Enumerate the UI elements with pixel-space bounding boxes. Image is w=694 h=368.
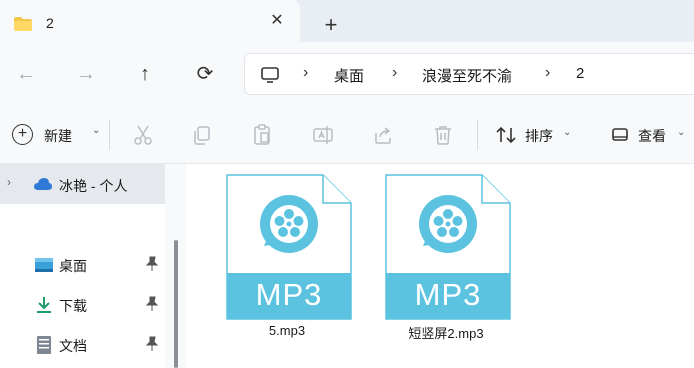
sidebar-item-label: 下载	[59, 298, 87, 314]
download-icon	[34, 295, 54, 315]
up-button[interactable]: ↑	[131, 60, 159, 88]
file-name: 短竖屏2.mp3	[408, 326, 484, 341]
document-icon	[34, 335, 54, 355]
breadcrumb-separator[interactable]: ›	[303, 64, 308, 82]
sidebar-item-documents[interactable]: 文档	[0, 326, 165, 362]
pin-icon[interactable]	[145, 336, 159, 357]
computer-icon[interactable]	[260, 66, 280, 89]
sidebar-item-label: 文档	[59, 338, 87, 354]
sort-label: 排序	[525, 128, 553, 144]
plus-circle-icon: +	[12, 124, 33, 145]
new-tab-button[interactable]: +	[318, 12, 344, 38]
new-label: 新建	[44, 128, 72, 144]
sidebar-item-downloads[interactable]: 下载	[0, 286, 165, 322]
navigation-bar: ← → ↑ ⟳ › 桌面 › 浪漫至死不渝 › 2	[0, 42, 694, 106]
command-bar: + 新建 ⌄ 排序 ⌄ 查看 ⌄	[0, 106, 694, 164]
rename-icon[interactable]	[311, 123, 335, 147]
chevron-down-icon: ⌄	[677, 127, 686, 138]
view-label: 查看	[638, 128, 666, 144]
address-bar[interactable]: › 桌面 › 浪漫至死不渝 › 2	[244, 53, 694, 95]
cloud-icon	[33, 177, 53, 196]
sort-icon	[494, 123, 518, 147]
sort-button[interactable]: 排序 ⌄	[494, 124, 584, 146]
view-button[interactable]: 查看 ⌄	[608, 124, 694, 146]
view-icon	[608, 123, 632, 147]
close-tab-icon[interactable]: ✕	[268, 12, 286, 30]
paste-icon[interactable]	[250, 123, 274, 147]
sidebar-item-label: 桌面	[59, 258, 87, 274]
forward-button[interactable]: →	[72, 60, 100, 88]
folder-icon	[13, 16, 33, 37]
sidebar-item-onedrive[interactable]: › 冰艳 - 个人	[0, 164, 165, 204]
sidebar-item-label: 冰艳 - 个人	[59, 178, 128, 194]
cut-icon[interactable]	[131, 123, 155, 147]
sidebar-item-desktop[interactable]: 桌面	[0, 246, 165, 282]
share-icon[interactable]	[371, 123, 395, 147]
back-button[interactable]: ←	[12, 60, 40, 88]
file-type-badge: MP3	[255, 277, 323, 312]
tab-current[interactable]: 2 ✕	[0, 0, 300, 42]
divider	[109, 120, 110, 150]
breadcrumb-desktop[interactable]: 桌面	[334, 65, 364, 86]
desktop-icon	[34, 255, 54, 275]
expand-chevron-icon[interactable]: ›	[7, 175, 11, 189]
copy-icon[interactable]	[190, 123, 214, 147]
tab-title: 2	[46, 15, 54, 31]
navigation-pane: › 冰艳 - 个人 桌面 下载 文档	[0, 164, 186, 368]
pin-icon[interactable]	[145, 256, 159, 277]
divider	[477, 120, 478, 150]
file-item[interactable]: MP3 短竖屏2.mp3	[379, 174, 513, 344]
chevron-down-icon: ⌄	[563, 127, 572, 138]
file-name: 5.mp3	[268, 323, 306, 338]
breadcrumb-separator[interactable]: ›	[545, 64, 550, 82]
breadcrumb-current[interactable]: 2	[576, 65, 584, 82]
file-type-badge: MP3	[414, 277, 482, 312]
breadcrumb-separator[interactable]: ›	[392, 64, 397, 82]
chevron-down-icon: ⌄	[92, 125, 101, 136]
breadcrumb-folder[interactable]: 浪漫至死不渝	[422, 65, 512, 86]
file-list: MP3 5.mp3 MP3 短竖屏2.mp3	[186, 164, 694, 368]
pin-icon[interactable]	[145, 296, 159, 317]
file-item[interactable]: MP3 5.mp3	[220, 174, 354, 344]
delete-icon[interactable]	[431, 123, 455, 147]
sidebar-scrollbar-thumb[interactable]	[174, 240, 178, 368]
refresh-button[interactable]: ⟳	[191, 60, 219, 88]
